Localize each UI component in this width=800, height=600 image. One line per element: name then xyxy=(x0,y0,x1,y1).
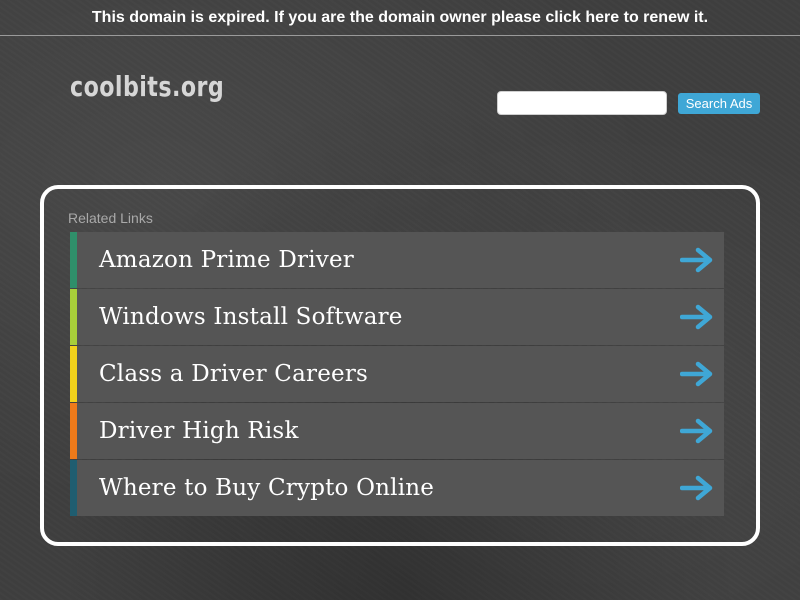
arrow-right-icon xyxy=(680,475,713,501)
link-color-stripe xyxy=(70,403,77,459)
link-color-stripe xyxy=(70,289,77,345)
related-links-panel: Related Links Amazon Prime Driver Window… xyxy=(40,185,760,546)
related-link-label: Where to Buy Crypto Online xyxy=(99,475,435,501)
site-logo: coolbits.org xyxy=(70,70,225,103)
related-link-item[interactable]: Windows Install Software xyxy=(70,289,724,345)
related-link-label: Amazon Prime Driver xyxy=(99,247,354,273)
expired-domain-banner: This domain is expired. If you are the d… xyxy=(0,0,800,36)
related-links-title: Related Links xyxy=(68,210,153,226)
link-color-stripe xyxy=(70,460,77,516)
related-link-item[interactable]: Where to Buy Crypto Online xyxy=(70,460,724,516)
search-ads-button[interactable]: Search Ads xyxy=(678,92,760,114)
search-input[interactable] xyxy=(497,91,667,115)
arrow-right-icon xyxy=(680,304,713,330)
related-link-item[interactable]: Driver High Risk xyxy=(70,403,724,459)
related-link-label: Driver High Risk xyxy=(99,418,299,444)
arrow-right-icon xyxy=(680,361,713,387)
related-link-item[interactable]: Amazon Prime Driver xyxy=(70,232,724,288)
related-link-item[interactable]: Class a Driver Careers xyxy=(70,346,724,402)
link-color-stripe xyxy=(70,232,77,288)
search-form: Search Ads xyxy=(497,91,760,115)
related-link-label: Class a Driver Careers xyxy=(99,361,369,387)
arrow-right-icon xyxy=(680,247,713,273)
link-color-stripe xyxy=(70,346,77,402)
renew-domain-link[interactable]: This domain is expired. If you are the d… xyxy=(92,9,708,27)
related-link-label: Windows Install Software xyxy=(99,304,403,330)
related-links-list: Amazon Prime Driver Windows Install Soft… xyxy=(70,232,724,517)
arrow-right-icon xyxy=(680,418,713,444)
